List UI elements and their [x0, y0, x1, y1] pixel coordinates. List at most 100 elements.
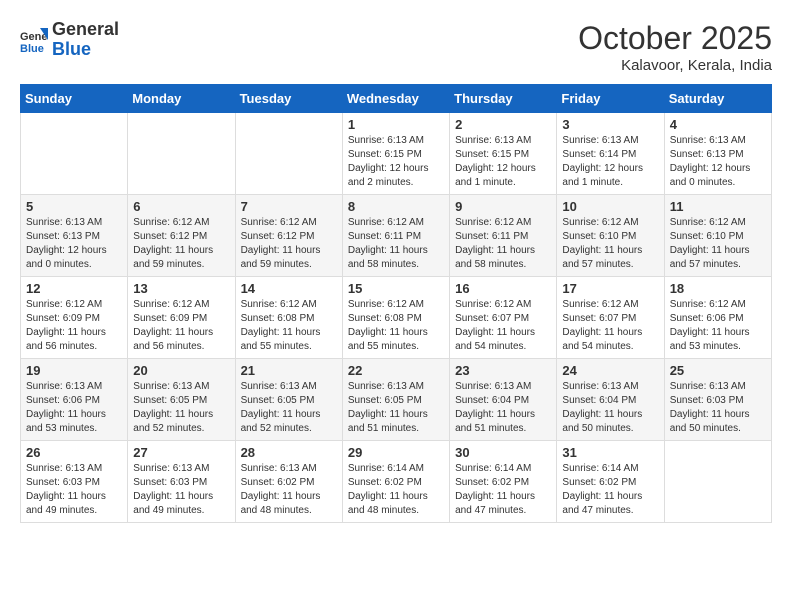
logo-icon: General Blue	[20, 26, 48, 54]
calendar-cell: 20Sunrise: 6:13 AM Sunset: 6:05 PM Dayli…	[128, 359, 235, 441]
day-info: Sunrise: 6:13 AM Sunset: 6:13 PM Dayligh…	[670, 134, 766, 190]
day-number: 31	[562, 445, 658, 460]
weekday-header: Tuesday	[235, 85, 342, 113]
day-info: Sunrise: 6:12 AM Sunset: 6:12 PM Dayligh…	[133, 216, 229, 272]
calendar-cell: 13Sunrise: 6:12 AM Sunset: 6:09 PM Dayli…	[128, 277, 235, 359]
calendar-cell: 26 Sunrise: 6:13 AM Sunset: 6:03 PM Dayli…	[21, 441, 128, 523]
page-header: General Blue General Blue October 2025 K…	[20, 20, 772, 74]
day-number: 21	[241, 363, 337, 378]
calendar-cell: 10 Sunrise: 6:12 AM Sunset: 6:10 PM Dayli…	[557, 195, 664, 277]
day-number: 1	[348, 117, 444, 132]
day-number: 9	[455, 199, 551, 214]
day-info: Sunrise: 6:13 AM Sunset: 6:04 PM Dayligh…	[562, 380, 658, 436]
calendar-cell: 23 Sunrise: 6:13 AM Sunset: 6:04 PM Dayli…	[450, 359, 557, 441]
day-number: 19	[26, 363, 122, 378]
day-number: 15	[348, 281, 444, 296]
calendar-week-row: 1 Sunrise: 6:13 AM Sunset: 6:15 PM Daylig…	[21, 113, 772, 195]
day-info: Sunrise: 6:12 AM Sunset: 6:09 PM Dayligh…	[26, 298, 122, 354]
day-number: 28	[241, 445, 337, 460]
calendar-cell: 14 Sunrise: 6:12 AM Sunset: 6:08 PM Dayli…	[235, 277, 342, 359]
day-number: 17	[562, 281, 658, 296]
calendar-cell	[664, 441, 771, 523]
day-info: Sunrise: 6:12 AM Sunset: 6:08 PM Dayligh…	[241, 298, 337, 354]
calendar-week-row: 5 Sunrise: 6:13 AM Sunset: 6:13 PM Daylig…	[21, 195, 772, 277]
month-title: October 2025	[578, 20, 772, 57]
weekday-header: Wednesday	[342, 85, 449, 113]
day-info: Sunrise: 6:14 AM Sunset: 6:02 PM Dayligh…	[348, 462, 444, 518]
day-number: 2	[455, 117, 551, 132]
day-info: Sunrise: 6:13 AM Sunset: 6:14 PM Dayligh…	[562, 134, 658, 190]
day-number: 10	[562, 199, 658, 214]
weekday-header: Friday	[557, 85, 664, 113]
calendar-cell: 22 Sunrise: 6:13 AM Sunset: 6:05 PM Dayli…	[342, 359, 449, 441]
day-info: Sunrise: 6:13 AM Sunset: 6:15 PM Dayligh…	[348, 134, 444, 190]
day-number: 8	[348, 199, 444, 214]
day-info: Sunrise: 6:13 AM Sunset: 6:03 PM Dayligh…	[133, 462, 229, 518]
day-number: 7	[241, 199, 337, 214]
weekday-header-row: SundayMondayTuesdayWednesdayThursdayFrid…	[21, 85, 772, 113]
day-info: Sunrise: 6:12 AM Sunset: 6:08 PM Dayligh…	[348, 298, 444, 354]
calendar-cell: 11Sunrise: 6:12 AM Sunset: 6:10 PM Dayli…	[664, 195, 771, 277]
calendar-cell	[128, 113, 235, 195]
day-info: Sunrise: 6:13 AM Sunset: 6:03 PM Dayligh…	[26, 462, 122, 518]
calendar-cell: 21 Sunrise: 6:13 AM Sunset: 6:05 PM Dayli…	[235, 359, 342, 441]
day-number: 22	[348, 363, 444, 378]
day-number: 14	[241, 281, 337, 296]
day-info: Sunrise: 6:13 AM Sunset: 6:05 PM Dayligh…	[348, 380, 444, 436]
day-number: 5	[26, 199, 122, 214]
title-block: October 2025 Kalavoor, Kerala, India	[578, 20, 772, 74]
calendar-cell: 12 Sunrise: 6:12 AM Sunset: 6:09 PM Dayli…	[21, 277, 128, 359]
day-info: Sunrise: 6:12 AM Sunset: 6:10 PM Dayligh…	[562, 216, 658, 272]
calendar-cell	[235, 113, 342, 195]
weekday-header: Thursday	[450, 85, 557, 113]
day-info: Sunrise: 6:13 AM Sunset: 6:04 PM Dayligh…	[455, 380, 551, 436]
day-info: Sunrise: 6:12 AM Sunset: 6:07 PM Dayligh…	[562, 298, 658, 354]
day-number: 27	[133, 445, 229, 460]
calendar-cell: 6Sunrise: 6:12 AM Sunset: 6:12 PM Daylig…	[128, 195, 235, 277]
logo-blue-text: Blue	[52, 39, 91, 59]
day-info: Sunrise: 6:12 AM Sunset: 6:11 PM Dayligh…	[455, 216, 551, 272]
calendar-cell: 17 Sunrise: 6:12 AM Sunset: 6:07 PM Dayli…	[557, 277, 664, 359]
calendar-cell: 31Sunrise: 6:14 AM Sunset: 6:02 PM Dayli…	[557, 441, 664, 523]
calendar-cell: 5 Sunrise: 6:13 AM Sunset: 6:13 PM Daylig…	[21, 195, 128, 277]
day-number: 18	[670, 281, 766, 296]
day-info: Sunrise: 6:12 AM Sunset: 6:07 PM Dayligh…	[455, 298, 551, 354]
day-number: 24	[562, 363, 658, 378]
day-info: Sunrise: 6:12 AM Sunset: 6:12 PM Dayligh…	[241, 216, 337, 272]
day-number: 12	[26, 281, 122, 296]
calendar-week-row: 26 Sunrise: 6:13 AM Sunset: 6:03 PM Dayli…	[21, 441, 772, 523]
svg-text:Blue: Blue	[20, 43, 44, 54]
day-info: Sunrise: 6:13 AM Sunset: 6:13 PM Dayligh…	[26, 216, 122, 272]
day-number: 29	[348, 445, 444, 460]
day-number: 26	[26, 445, 122, 460]
calendar-cell	[21, 113, 128, 195]
day-number: 23	[455, 363, 551, 378]
calendar-table: SundayMondayTuesdayWednesdayThursdayFrid…	[20, 84, 772, 523]
day-number: 4	[670, 117, 766, 132]
logo-general-text: General	[52, 19, 119, 39]
day-number: 25	[670, 363, 766, 378]
calendar-cell: 28Sunrise: 6:13 AM Sunset: 6:02 PM Dayli…	[235, 441, 342, 523]
day-number: 20	[133, 363, 229, 378]
calendar-cell: 29 Sunrise: 6:14 AM Sunset: 6:02 PM Dayli…	[342, 441, 449, 523]
day-info: Sunrise: 6:13 AM Sunset: 6:05 PM Dayligh…	[241, 380, 337, 436]
calendar-cell: 24 Sunrise: 6:13 AM Sunset: 6:04 PM Dayli…	[557, 359, 664, 441]
weekday-header: Saturday	[664, 85, 771, 113]
calendar-cell: 1 Sunrise: 6:13 AM Sunset: 6:15 PM Daylig…	[342, 113, 449, 195]
day-number: 3	[562, 117, 658, 132]
day-number: 13	[133, 281, 229, 296]
calendar-cell: 15 Sunrise: 6:12 AM Sunset: 6:08 PM Dayli…	[342, 277, 449, 359]
calendar-week-row: 12 Sunrise: 6:12 AM Sunset: 6:09 PM Dayli…	[21, 277, 772, 359]
day-info: Sunrise: 6:13 AM Sunset: 6:06 PM Dayligh…	[26, 380, 122, 436]
day-number: 16	[455, 281, 551, 296]
day-info: Sunrise: 6:12 AM Sunset: 6:06 PM Dayligh…	[670, 298, 766, 354]
calendar-cell: 30Sunrise: 6:14 AM Sunset: 6:02 PM Dayli…	[450, 441, 557, 523]
calendar-cell: 16 Sunrise: 6:12 AM Sunset: 6:07 PM Dayli…	[450, 277, 557, 359]
weekday-header: Sunday	[21, 85, 128, 113]
location: Kalavoor, Kerala, India	[578, 57, 772, 74]
calendar-cell: 27 Sunrise: 6:13 AM Sunset: 6:03 PM Dayli…	[128, 441, 235, 523]
calendar-cell: 8 Sunrise: 6:12 AM Sunset: 6:11 PM Daylig…	[342, 195, 449, 277]
weekday-header: Monday	[128, 85, 235, 113]
day-info: Sunrise: 6:12 AM Sunset: 6:11 PM Dayligh…	[348, 216, 444, 272]
logo: General Blue General Blue	[20, 20, 119, 60]
